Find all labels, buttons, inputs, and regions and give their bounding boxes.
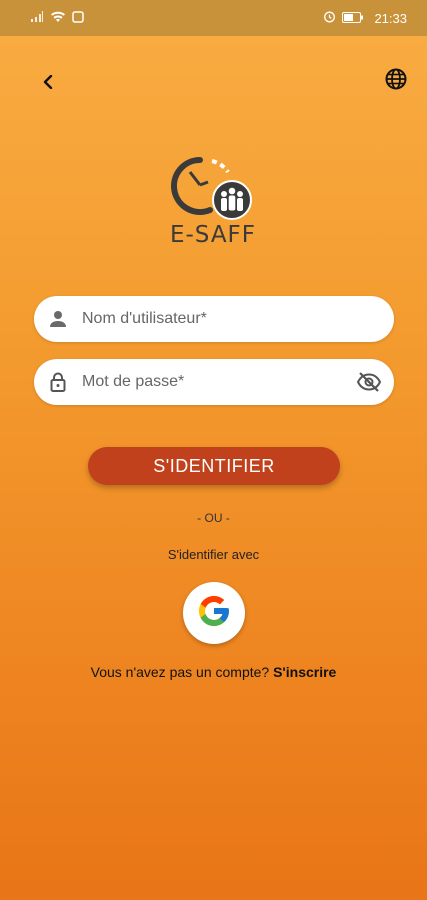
status-time: 21:33 [374,10,407,26]
status-right: 21:33 [323,10,407,26]
status-left [30,10,84,26]
back-button[interactable] [36,72,60,96]
logo-text: E-SAFF [169,222,257,248]
language-button[interactable] [383,68,409,94]
password-field[interactable] [34,359,394,405]
password-input[interactable] [82,359,356,405]
status-bar: 21:33 [0,0,427,36]
signup-prompt-text: Vous n'avez pas un compte? [90,664,270,680]
wifi-icon [50,11,66,26]
battery-icon [342,11,364,26]
lock-icon [46,370,70,394]
eye-off-icon[interactable] [356,369,382,395]
username-field[interactable] [34,296,394,342]
google-login-button[interactable] [183,582,245,644]
signup-link[interactable]: S'inscrire [273,664,336,680]
notification-icon [72,10,84,26]
alarm-icon [323,10,336,26]
signal-icon [30,10,44,26]
or-divider: - OU - [197,511,230,525]
signup-prompt: Vous n'avez pas un compte? S'inscrire [0,664,427,680]
back-arrow-icon [42,74,54,94]
google-icon [196,593,232,634]
logo-graphic [171,157,252,220]
social-login-label: S'identifier avec [167,547,260,562]
user-icon [46,307,70,331]
globe-icon [385,68,407,95]
login-button[interactable]: S'IDENTIFIER [88,447,340,485]
username-input[interactable] [82,296,394,342]
